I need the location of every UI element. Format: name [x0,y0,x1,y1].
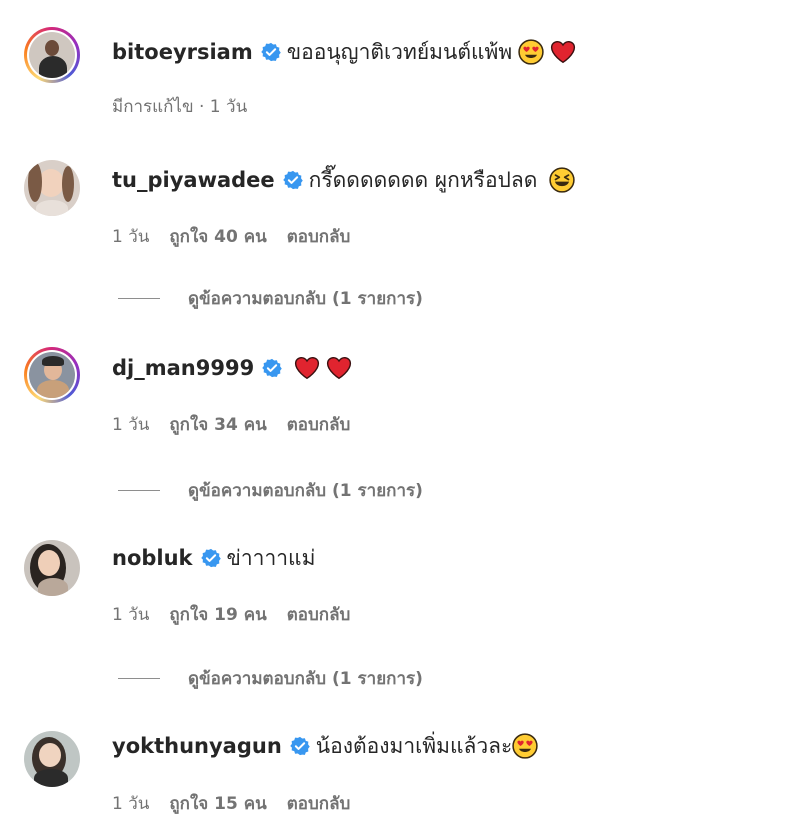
username[interactable]: nobluk [112,544,193,572]
comment-timestamp: 1 วัน [112,227,150,247]
avatar[interactable] [24,347,80,403]
view-replies-label: ดูข้อความตอบกลับ (1 รายการ) [188,669,423,689]
comment-text: น้องต้องมาเพิ่มแล้วละ [315,734,513,758]
verified-badge-icon [282,170,303,190]
reply-button[interactable]: ตอบกลับ [287,226,351,248]
avatar[interactable] [24,731,80,787]
comment-timestamp: 1 วัน [112,605,150,625]
likes-count[interactable]: ถูกใจ 19 คน [169,604,266,626]
comment-text: ข่าาาาแม่ [226,546,316,570]
red-heart-emoji-icon [295,357,320,380]
verified-badge-icon [261,42,281,62]
username[interactable]: bitoeyrsiam [112,38,253,66]
heart-eyes-emoji-icon [512,733,539,759]
username[interactable]: yokthunyagun [112,732,282,760]
avatar[interactable] [24,540,80,596]
likes-count[interactable]: ถูกใจ 34 คน [169,414,266,436]
divider [118,298,160,299]
avatar[interactable] [24,160,80,216]
comment-timestamp: 1 วัน [112,415,150,435]
comment-text: ขออนุญาติเวทย์มนต์แพ้พ [286,40,513,64]
divider [118,490,160,491]
divider [118,678,160,679]
view-replies-label: ดูข้อความตอบกลับ (1 รายการ) [188,481,423,501]
view-replies-label: ดูข้อความตอบกลับ (1 รายการ) [188,289,423,309]
reply-button[interactable]: ตอบกลับ [287,414,351,436]
reply-button[interactable]: ตอบกลับ [287,604,351,626]
avatar[interactable] [24,27,80,83]
username[interactable]: tu_piyawadee [112,166,275,194]
likes-count[interactable]: ถูกใจ 40 คน [169,226,266,248]
grinning-squint-emoji-icon [549,167,576,193]
view-replies-button[interactable]: ดูข้อความตอบกลับ (1 รายการ) [118,285,423,312]
verified-badge-icon [262,358,282,378]
reply-button[interactable]: ตอบกลับ [287,793,351,815]
comment-text: กรี๊ดดดดดดด ผูกหรือปลด [308,168,538,192]
comment-timestamp: 1 วัน [112,794,150,814]
comment-timestamp: มีการแก้ไข · 1 วัน [112,97,248,117]
verified-badge-icon [290,736,310,756]
heart-eyes-emoji-icon [518,39,544,65]
verified-badge-icon [200,548,221,568]
red-heart-emoji-icon [551,41,576,64]
username[interactable]: dj_man9999 [112,354,254,382]
view-replies-button[interactable]: ดูข้อความตอบกลับ (1 รายการ) [118,665,423,692]
view-replies-button[interactable]: ดูข้อความตอบกลับ (1 รายการ) [118,477,423,504]
red-heart-emoji-icon [327,357,352,380]
likes-count[interactable]: ถูกใจ 15 คน [169,793,266,815]
